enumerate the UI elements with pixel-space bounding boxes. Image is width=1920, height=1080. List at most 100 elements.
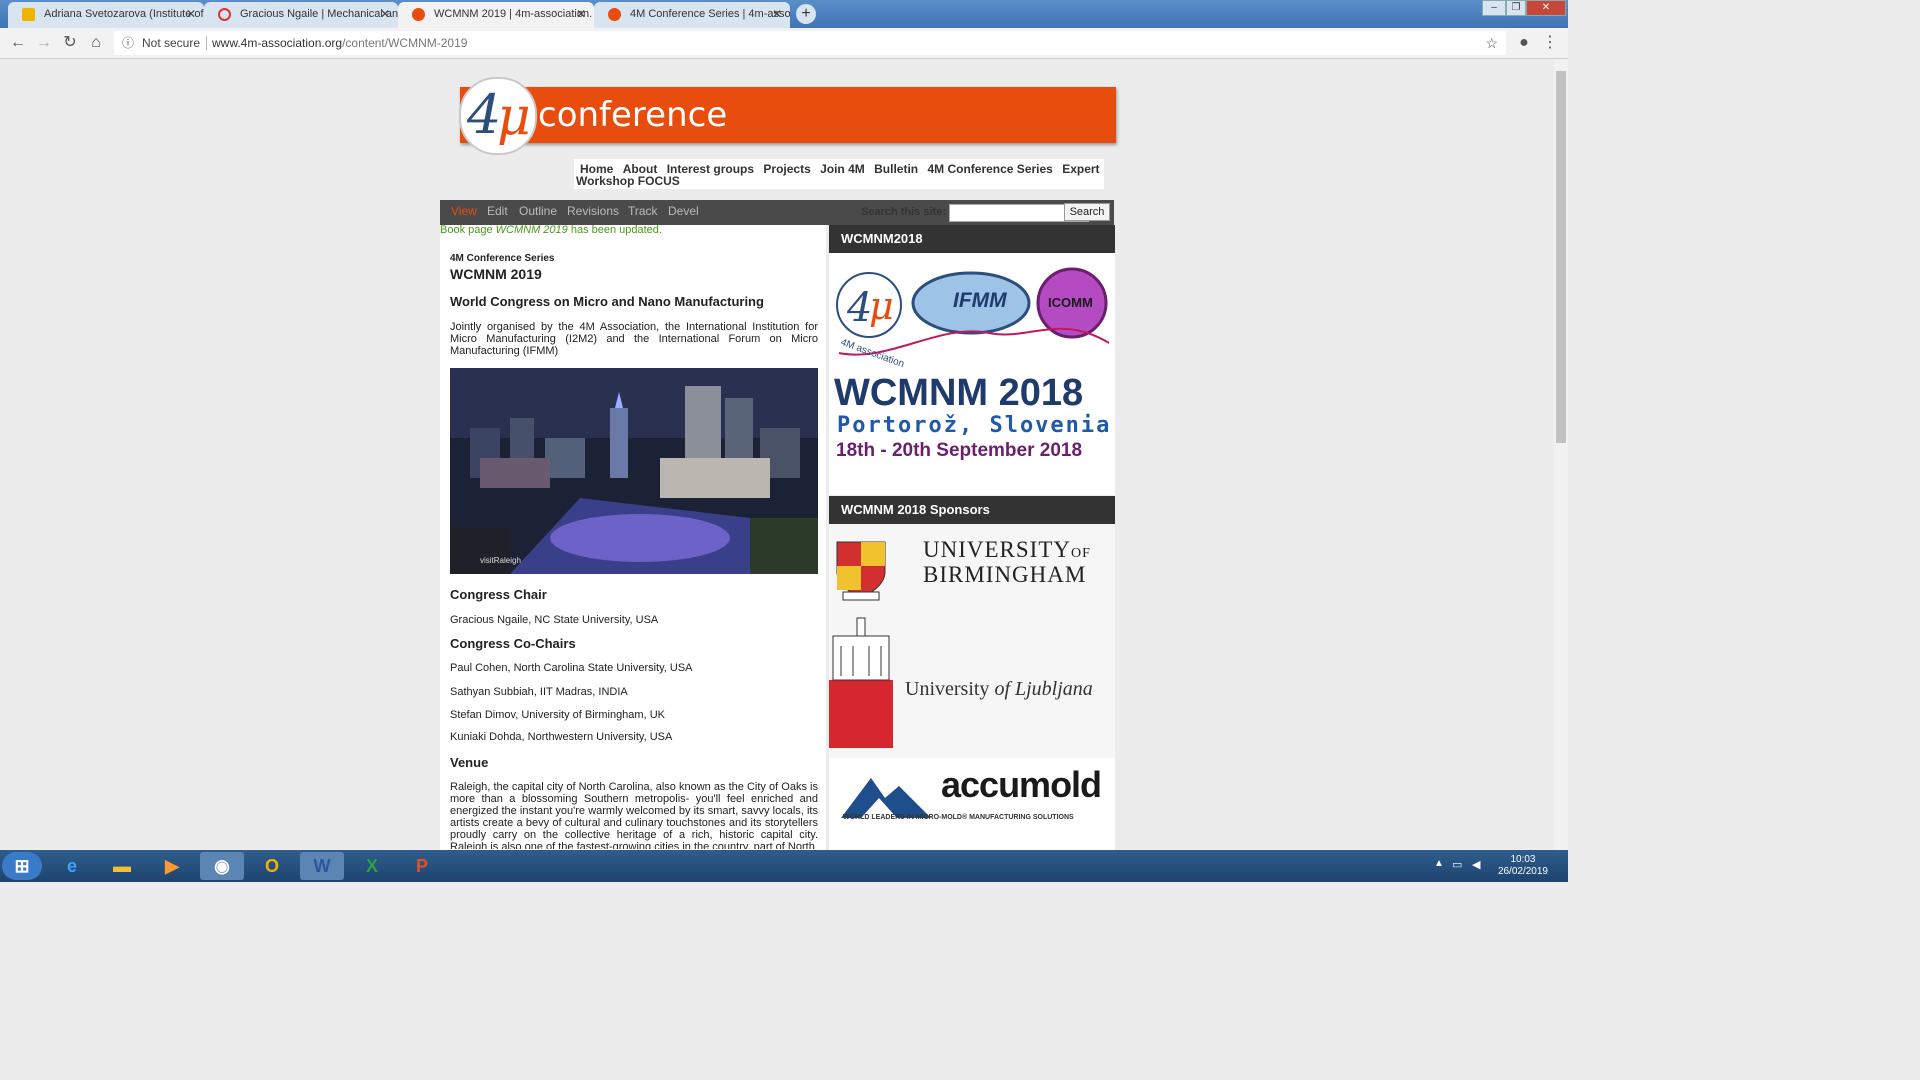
ljubljana-name: University of Ljubljana [905, 678, 1093, 700]
home-icon[interactable]: ⌂ [86, 33, 106, 53]
menu-focus-wrap[interactable]: Workshop FOCUS [576, 175, 680, 187]
page-title: WCMNM 2019 [450, 266, 542, 282]
page-scrollbar[interactable] [1554, 59, 1568, 850]
bookmark-star-icon[interactable]: ☆ [1485, 31, 1498, 55]
event-place: Portorož, Slovenia [837, 413, 1112, 438]
word-icon[interactable]: W [300, 852, 344, 880]
page-subtitle: World Congress on Micro and Nano Manufac… [450, 294, 764, 309]
menu-icon[interactable]: ⋮ [1540, 33, 1560, 53]
start-button[interactable]: ⊞ [2, 852, 42, 880]
close-tab-icon[interactable]: ✕ [576, 2, 586, 27]
address-divider [206, 36, 207, 50]
outlook-icon[interactable]: O [250, 852, 294, 880]
breadcrumb[interactable]: 4M Conference Series [450, 253, 818, 264]
cochairs-heading: Congress Co-Chairs [450, 636, 576, 651]
4m-logo[interactable]: 4μ [459, 77, 537, 155]
icomm-logo-text: ICOMM [1048, 295, 1093, 310]
browser-tab[interactable]: Adriana Svetozarova (Institute of ✕ [8, 2, 204, 28]
browser-tab-active[interactable]: WCMNM 2019 | 4m-association. ✕ [398, 2, 594, 28]
tab-track[interactable]: Track [628, 204, 658, 218]
file-explorer-icon[interactable]: ▬ [100, 852, 144, 880]
menu-join-4m[interactable]: Join 4M [820, 163, 865, 175]
close-tab-icon[interactable]: ✕ [380, 2, 390, 27]
venue-heading: Venue [450, 755, 489, 770]
ifmm-logo-text: IFMM [953, 289, 1007, 312]
birmingham-crest-icon [836, 541, 886, 601]
venue-paragraph: Raleigh, the capital city of North Carol… [450, 781, 818, 849]
windows-taskbar: ⊞ e ▬ ▶ ◉ O W X P ▲ ▭ ◀ 10:03 26/02/2019 [0, 850, 1568, 882]
powerpoint-icon[interactable]: P [400, 852, 444, 880]
scrollbar-thumb[interactable] [1556, 71, 1566, 443]
cochair-item: Paul Cohen, North Carolina State Univers… [450, 662, 693, 674]
network-icon[interactable]: ▭ [1452, 858, 1462, 871]
menu-expert-workshop[interactable]: Expert [1062, 163, 1099, 175]
browser-tab-strip: Adriana Svetozarova (Institute of ✕ Grac… [0, 0, 1568, 28]
tab-title: Adriana Svetozarova (Institute of [44, 8, 204, 20]
close-tab-icon[interactable]: ✕ [772, 2, 782, 27]
forward-icon[interactable]: → [34, 33, 54, 53]
url-text: www.4m-association.org/content/WCMNM-201… [212, 36, 468, 50]
status-message: Book page WCMNM 2019 has been updated. [440, 224, 662, 236]
menu-projects[interactable]: Projects [763, 163, 810, 175]
chrome-icon[interactable]: ◉ [200, 852, 244, 880]
raleigh-night-photo: visitRaleigh [450, 368, 818, 574]
birmingham-name-2: BIRMINGHAM [923, 562, 1087, 587]
photo-credit: visitRaleigh [480, 556, 521, 565]
address-bar[interactable]: ⓘ Not secure www.4m-association.org/cont… [114, 31, 1506, 55]
sponsor-ljubljana[interactable]: University of Ljubljana [829, 616, 1115, 748]
event-name: WCMNM 2018 [834, 372, 1084, 414]
blocked-icon [218, 8, 231, 21]
maximize-button[interactable]: ❐ [1506, 0, 1526, 16]
browser-tab[interactable]: 4M Conference Series | 4m-assoc ✕ [594, 2, 790, 28]
local-tabs-bar: View Edit Outline Revisions Track Devel … [440, 200, 1114, 225]
minimize-button[interactable]: – [1482, 0, 1506, 16]
wcmnm2018-poster[interactable]: 4 μ IFMM ICOMM 4M association WCMNM 2018… [829, 253, 1115, 495]
search-label: Search this site: [861, 206, 946, 218]
accumold-tagline: WORLD LEADERS IN MICRO-MOLD® MANUFACTURI… [843, 814, 1074, 821]
new-tab-button[interactable]: + [796, 4, 816, 24]
sponsor-accumold[interactable]: accumold WORLD LEADERS IN MICRO-MOLD® MA… [829, 758, 1115, 850]
volume-icon[interactable]: ◀ [1472, 858, 1480, 871]
sponsors-list: UNIVERSITYOF BIRMINGHAM University of Lj… [829, 524, 1115, 850]
profile-icon[interactable]: ● [1514, 33, 1534, 53]
chair-name: Gracious Ngaile, NC State University, US… [450, 614, 659, 626]
main-menu: Home About Interest groups Projects Join… [574, 159, 1104, 189]
intro-paragraph: Jointly organised by the 4M Association,… [450, 321, 818, 357]
cochair-item: Sathyan Subbiah, IIT Madras, INDIA [450, 686, 628, 698]
menu-bulletin[interactable]: Bulletin [874, 163, 918, 175]
tab-devel[interactable]: Devel [668, 204, 699, 218]
menu-conference-series[interactable]: 4M Conference Series [927, 163, 1052, 175]
site-logo-text: conference [538, 95, 728, 135]
tab-revisions[interactable]: Revisions [567, 204, 619, 218]
ljubljana-building-icon [829, 617, 893, 748]
cochair-item: Kuniaki Dohda, Northwestern University, … [450, 731, 673, 743]
sponsor-birmingham[interactable]: UNIVERSITYOF BIRMINGHAM [829, 538, 1115, 608]
tab-edit[interactable]: Edit [487, 204, 508, 218]
browser-toolbar: ← → ↻ ⌂ ⓘ Not secure www.4m-association.… [0, 28, 1568, 59]
tab-title: 4M Conference Series | 4m-assoc [630, 8, 790, 20]
media-player-icon[interactable]: ▶ [150, 852, 194, 880]
close-tab-icon[interactable]: ✕ [186, 2, 196, 27]
sidebar-block-title: WCMNM2018 [829, 225, 1115, 253]
tab-title: WCMNM 2019 | 4m-association. [434, 8, 593, 20]
tab-title: Gracious Ngaile | Mechanical and [240, 8, 398, 20]
taskbar-clock[interactable]: 10:03 26/02/2019 [1498, 854, 1548, 878]
cochair-item: Stefan Dimov, University of Birmingham, … [450, 709, 665, 721]
search-button[interactable]: Search [1064, 203, 1110, 221]
accumold-name: accumold [941, 764, 1102, 805]
tray-expand-icon[interactable]: ▲ [1434, 858, 1444, 869]
4m-icon [412, 8, 425, 21]
chair-heading: Congress Chair [450, 587, 547, 602]
back-icon[interactable]: ← [8, 33, 28, 53]
tab-view[interactable]: View [451, 204, 477, 218]
city-skyline-image [450, 368, 818, 574]
tab-outline[interactable]: Outline [519, 204, 557, 218]
sidebar: WCMNM2018 4 μ IFMM ICOMM 4M association … [829, 225, 1115, 850]
internet-explorer-icon[interactable]: e [50, 852, 94, 880]
menu-interest-groups[interactable]: Interest groups [667, 163, 754, 175]
info-icon[interactable]: ⓘ [122, 31, 134, 55]
excel-icon[interactable]: X [350, 852, 394, 880]
reload-icon[interactable]: ↻ [60, 33, 80, 53]
close-window-button[interactable]: ✕ [1526, 0, 1566, 16]
browser-tab[interactable]: Gracious Ngaile | Mechanical and ✕ [204, 2, 398, 28]
